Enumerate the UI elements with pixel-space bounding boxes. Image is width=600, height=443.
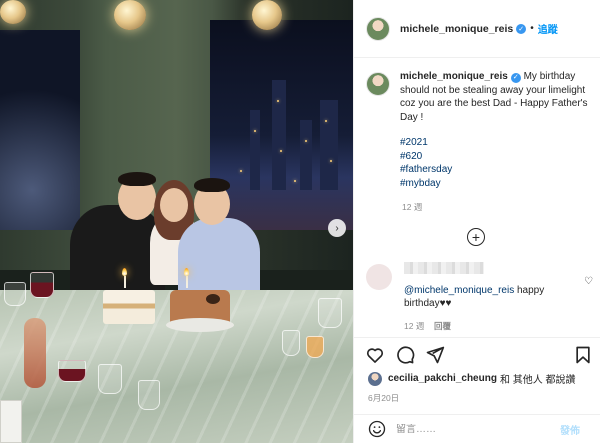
liked-by-line: cecilia_pakchi_cheung 和 其他人 都說讚 — [368, 371, 576, 386]
caption-avatar[interactable] — [366, 72, 390, 96]
smiley-icon[interactable] — [368, 420, 386, 438]
commenter-avatar-blurred[interactable] — [366, 264, 392, 290]
hashtag-link[interactable]: #mybday — [400, 177, 590, 191]
post-caption: michele_monique_reis ✓ My birthday should… — [366, 70, 591, 190]
header-separator: • — [530, 23, 534, 34]
post-photo[interactable]: › — [0, 0, 353, 443]
comment-item: @michele_monique_reis happy birthday♥♥ ♡ — [366, 262, 596, 309]
post-side-panel: michele_monique_reis ✓ • 追蹤 michele_moni… — [353, 0, 600, 443]
cake-left — [103, 290, 155, 324]
comment-timestamp[interactable]: 12 週 — [404, 320, 424, 332]
comment-text: @michele_monique_reis happy birthday♥♥ — [404, 284, 569, 310]
add-comment-bar: 發佈 — [354, 414, 600, 443]
author-username[interactable]: michele_monique_reis — [400, 23, 513, 35]
wine-glass — [58, 360, 86, 382]
plus-circle-icon[interactable]: + — [467, 228, 485, 246]
amber-vase — [24, 318, 46, 388]
wine-glass — [98, 364, 122, 394]
post-comment-button[interactable]: 發佈 — [560, 422, 580, 437]
wine-glass — [138, 380, 160, 410]
caption-body: michele_monique_reis ✓ My birthday should… — [400, 70, 590, 190]
photo-window-left — [0, 30, 80, 230]
water-glass — [282, 330, 300, 356]
comment-reply-button[interactable]: 回覆 — [434, 320, 451, 332]
wine-glass — [30, 272, 54, 298]
bookmark-icon[interactable] — [572, 344, 594, 366]
liked-by-rest[interactable]: 和 其他人 都說讚 — [500, 371, 576, 386]
commenter-name-blurred — [404, 262, 484, 274]
post-date[interactable]: 6月20日 — [368, 392, 399, 404]
comment-bubble-icon[interactable] — [394, 344, 416, 366]
comment-input[interactable] — [396, 423, 556, 435]
heart-icon[interactable] — [364, 344, 386, 366]
juice-glass — [306, 336, 324, 358]
liker-avatar[interactable] — [368, 371, 382, 386]
instagram-post: › michele_monique_reis ✓ • 追蹤 michele_mo… — [0, 0, 600, 443]
comment-mention[interactable]: @michele_monique_reis — [404, 285, 514, 296]
post-actions-bar — [354, 337, 600, 371]
caption-hashtags: #2021 #620 #fathersday #mybday — [400, 136, 590, 190]
carousel-next-button[interactable]: › — [328, 219, 346, 237]
verified-badge-icon: ✓ — [516, 23, 527, 34]
follow-button[interactable]: 追蹤 — [538, 21, 558, 36]
post-header: michele_monique_reis ✓ • 追蹤 — [354, 0, 600, 58]
hashtag-link[interactable]: #2021 — [400, 136, 590, 150]
pendant-lamp — [114, 0, 146, 30]
caption-timestamp[interactable]: 12 週 — [402, 201, 422, 213]
liker-username[interactable]: cecilia_pakchi_cheung — [388, 373, 497, 384]
wine-glass — [4, 282, 26, 306]
person-woman-head — [160, 188, 188, 222]
comment-like-heart-icon[interactable]: ♡ — [584, 276, 593, 287]
caption-username[interactable]: michele_monique_reis — [400, 71, 508, 82]
menu-card — [0, 400, 22, 443]
verified-badge-icon: ✓ — [510, 72, 521, 83]
wine-glass — [318, 298, 342, 328]
pendant-lamp — [252, 0, 282, 30]
hashtag-link[interactable]: #620 — [400, 150, 590, 164]
pendant-lamp — [0, 0, 26, 24]
paper-plane-icon[interactable] — [424, 344, 446, 366]
photo-window-right — [210, 20, 353, 230]
author-avatar[interactable] — [366, 16, 390, 41]
hashtag-link[interactable]: #fathersday — [400, 163, 590, 177]
